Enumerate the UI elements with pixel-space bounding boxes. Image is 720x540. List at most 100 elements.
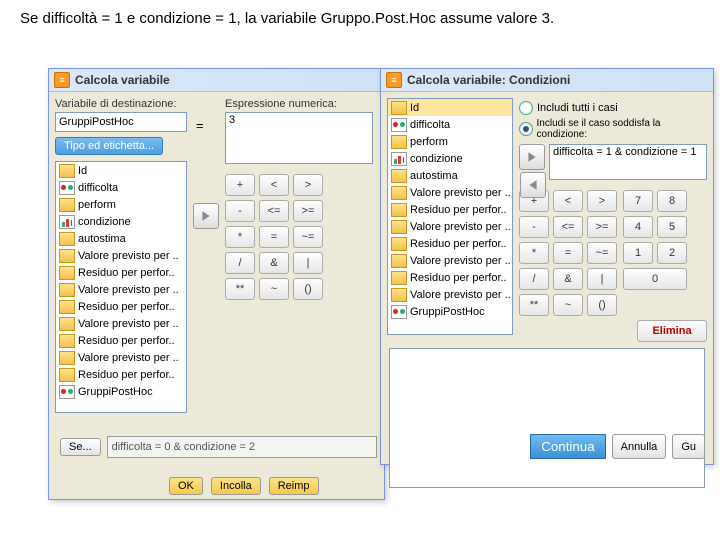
numeric-expression-label: Espressione numerica: — [225, 98, 378, 110]
ok-button[interactable]: OK — [169, 477, 203, 495]
variable-item[interactable]: GruppiPostHoc — [56, 383, 186, 400]
variable-item[interactable]: Id — [56, 162, 186, 179]
variable-item[interactable]: Residuo per perfor.. — [56, 264, 186, 281]
variable-item[interactable]: Valore previsto per .. — [388, 252, 512, 269]
key-=[interactable]: = — [553, 242, 583, 264]
variable-item[interactable]: Residuo per perfor.. — [56, 332, 186, 349]
move-right-button[interactable] — [193, 203, 219, 229]
key-**[interactable]: ** — [519, 294, 549, 316]
numkey-0[interactable]: 0 — [623, 268, 687, 290]
target-variable-input[interactable] — [55, 112, 187, 132]
variable-item[interactable]: Valore previsto per .. — [56, 281, 186, 298]
key-<[interactable]: < — [553, 190, 583, 212]
key--[interactable]: - — [519, 216, 549, 238]
numkey-2[interactable]: 2 — [657, 242, 687, 264]
delete-button[interactable]: Elimina — [637, 320, 707, 342]
titlebar-if[interactable]: ≡ Calcola variabile: Condizioni — [381, 69, 713, 92]
ruler-icon — [391, 271, 407, 285]
cancel-button[interactable]: Annulla — [612, 434, 667, 459]
ruler-icon — [59, 283, 75, 297]
key-**[interactable]: ** — [225, 278, 255, 300]
variable-item[interactable]: Valore previsto per .. — [388, 218, 512, 235]
key-~=[interactable]: ~= — [587, 242, 617, 264]
numkey-1[interactable]: 1 — [623, 242, 653, 264]
key-=[interactable]: = — [259, 226, 289, 248]
titlebar-compute[interactable]: ≡ Calcola variabile — [49, 69, 384, 92]
variable-item[interactable]: autostima — [56, 230, 186, 247]
key--[interactable]: - — [225, 200, 255, 222]
key-|[interactable]: | — [293, 252, 323, 274]
expression-input[interactable]: 3 — [225, 112, 373, 164]
move-button-overlap[interactable] — [520, 172, 546, 198]
variable-item[interactable]: Id — [388, 99, 512, 116]
variable-item[interactable]: Valore previsto per .. — [388, 286, 512, 303]
key->=[interactable]: >= — [293, 200, 323, 222]
key-*[interactable]: * — [225, 226, 255, 248]
variable-item[interactable]: Residuo per perfor.. — [388, 235, 512, 252]
variable-item[interactable]: Residuo per perfor.. — [388, 201, 512, 218]
key-~[interactable]: ~ — [553, 294, 583, 316]
variable-item[interactable]: Valore previsto per .. — [56, 315, 186, 332]
ruler-icon — [391, 135, 407, 149]
key-/[interactable]: / — [225, 252, 255, 274]
key-()[interactable]: () — [587, 294, 617, 316]
variable-item[interactable]: Valore previsto per .. — [56, 247, 186, 264]
variable-item[interactable]: Residuo per perfor.. — [388, 269, 512, 286]
equals-sign: = — [196, 118, 216, 133]
key->[interactable]: > — [293, 174, 323, 196]
reset-button[interactable]: Reimp — [269, 477, 319, 495]
variable-list-left[interactable]: IddifficoltaperformcondizioneautostimaVa… — [55, 161, 187, 413]
nom-icon — [59, 181, 75, 195]
key->=[interactable]: >= — [587, 216, 617, 238]
ruler-icon — [59, 266, 75, 280]
ruler-icon — [59, 351, 75, 365]
if-button[interactable]: Se... — [60, 438, 101, 456]
ruler-icon — [391, 101, 407, 115]
app-icon: ≡ — [386, 72, 402, 88]
key-<[interactable]: < — [259, 174, 289, 196]
variable-item[interactable]: perform — [56, 196, 186, 213]
variable-item[interactable]: autostima — [388, 167, 512, 184]
numkey-5[interactable]: 5 — [657, 216, 687, 238]
variable-item[interactable]: perform — [388, 133, 512, 150]
variable-item[interactable]: Valore previsto per .. — [388, 184, 512, 201]
paste-button[interactable]: Incolla — [211, 477, 261, 495]
variable-item[interactable]: condizione — [388, 150, 512, 167]
variable-item[interactable]: GruppiPostHoc — [388, 303, 512, 320]
key-()[interactable]: () — [293, 278, 323, 300]
help-button[interactable]: Gu — [672, 434, 705, 459]
continue-button[interactable]: Continua — [530, 434, 605, 459]
variable-item[interactable]: condizione — [56, 213, 186, 230]
variable-item[interactable]: Residuo per perfor.. — [56, 298, 186, 315]
radio-include-all[interactable]: Includi tutti i casi — [519, 101, 707, 115]
key-~=[interactable]: ~= — [293, 226, 323, 248]
dialog-compute-variable: ≡ Calcola variabile Variabile di destina… — [48, 68, 385, 500]
numkey-7[interactable]: 7 — [623, 190, 653, 212]
key-~[interactable]: ~ — [259, 278, 289, 300]
key-/[interactable]: / — [519, 268, 549, 290]
function-list-area[interactable] — [389, 348, 705, 488]
key->[interactable]: > — [587, 190, 617, 212]
variable-item[interactable]: difficolta — [56, 179, 186, 196]
ruler-icon — [59, 368, 75, 382]
variable-item[interactable]: Valore previsto per .. — [56, 349, 186, 366]
variable-item[interactable]: Residuo per perfor.. — [56, 366, 186, 383]
move-to-condition-button[interactable] — [519, 144, 545, 170]
key-<=[interactable]: <= — [259, 200, 289, 222]
number-keypad: 784512 0 — [623, 190, 687, 316]
type-label-button[interactable]: Tipo ed etichetta... — [55, 137, 163, 155]
key-|[interactable]: | — [587, 268, 617, 290]
key-&[interactable]: & — [553, 268, 583, 290]
numkey-8[interactable]: 8 — [657, 190, 687, 212]
key-*[interactable]: * — [519, 242, 549, 264]
key-+[interactable]: + — [225, 174, 255, 196]
ruler-icon — [391, 203, 407, 217]
key-<=[interactable]: <= — [553, 216, 583, 238]
condition-input[interactable]: difficolta = 1 & condizione = 1 — [549, 144, 707, 180]
ruler-icon — [391, 169, 407, 183]
key-&[interactable]: & — [259, 252, 289, 274]
variable-list-cond[interactable]: IddifficoltaperformcondizioneautostimaVa… — [387, 98, 513, 335]
radio-include-if[interactable]: Includi se il caso soddisfa la condizion… — [519, 118, 707, 140]
variable-item[interactable]: difficolta — [388, 116, 512, 133]
numkey-4[interactable]: 4 — [623, 216, 653, 238]
